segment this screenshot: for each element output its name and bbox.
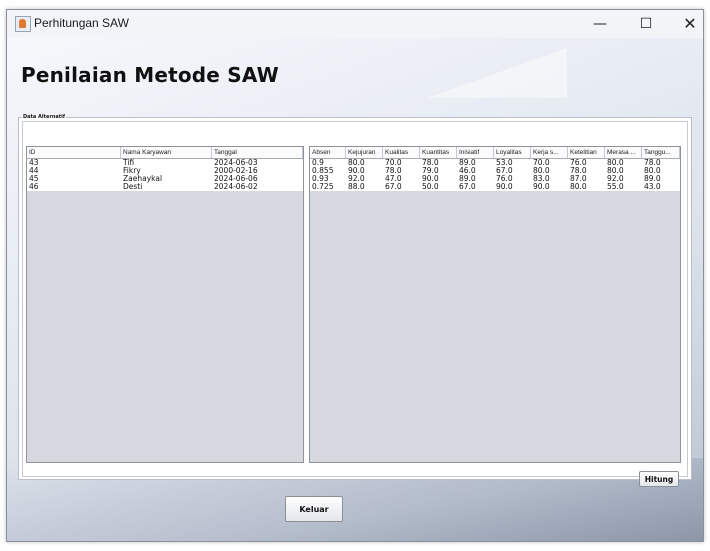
cell-tanggung-jawab: 89.0 [644, 175, 661, 183]
cell-tanggung-jawab: 78.0 [644, 159, 661, 167]
column-header-id[interactable]: ID [27, 147, 121, 158]
app-window: Perhitungan SAW — ☐ ✕ Penilaian Metode S… [6, 9, 704, 542]
cell-tanggung-jawab: 43.0 [644, 183, 661, 191]
window-title: Perhitungan SAW [34, 16, 129, 30]
column-header-kuantitas[interactable]: Kuantitas [420, 147, 457, 158]
cell-kerja-sama: 70.0 [533, 159, 550, 167]
column-header-loyalitas[interactable]: Loyalitas [494, 147, 531, 158]
panel-title: Data Alternatif [22, 114, 67, 120]
table-body: 43 Tifi 2024-06-03 44 Fikry 2000-02-16 4… [27, 159, 303, 191]
table-row[interactable]: 45 Zaehaykal 2024-06-06 [27, 175, 303, 183]
table-header: Absen Kejujuran Kualitas Kuantitas Inisi… [310, 147, 680, 159]
column-header-inisiatif[interactable]: Inisiatif [457, 147, 494, 158]
cell-inisiatif: 89.0 [459, 175, 476, 183]
table-body: 0.9 80.0 70.0 78.0 89.0 53.0 70.0 76.0 8… [310, 159, 680, 191]
column-header-absen[interactable]: Absen [310, 147, 346, 158]
cell-kejujuran: 88.0 [348, 183, 365, 191]
table-row[interactable]: 46 Desti 2024-06-02 [27, 183, 303, 191]
cell-inisiatif: 46.0 [459, 167, 476, 175]
cell-absen: 0.855 [312, 167, 334, 175]
employee-table[interactable]: ID Nama Karyawan Tanggal 43 Tifi 2024-06… [26, 146, 304, 463]
cell-kualitas: 78.0 [385, 167, 402, 175]
table-row[interactable]: 0.9 80.0 70.0 78.0 89.0 53.0 70.0 76.0 8… [310, 159, 680, 167]
table-row[interactable]: 0.725 88.0 67.0 50.0 67.0 90.0 90.0 80.0… [310, 183, 680, 191]
table-header: ID Nama Karyawan Tanggal [27, 147, 303, 159]
cell-tanggung-jawab: 80.0 [644, 167, 661, 175]
cell-merasa: 55.0 [607, 183, 624, 191]
column-header-kerja-sama[interactable]: Kerja s... [531, 147, 568, 158]
cell-loyalitas: 90.0 [496, 183, 513, 191]
cell-merasa: 92.0 [607, 175, 624, 183]
cell-kuantitas: 78.0 [422, 159, 439, 167]
cell-tanggal: 2024-06-03 [214, 159, 258, 167]
cell-kuantitas: 50.0 [422, 183, 439, 191]
cell-kejujuran: 90.0 [348, 167, 365, 175]
java-app-icon [15, 16, 31, 32]
criteria-table[interactable]: Absen Kejujuran Kualitas Kuantitas Inisi… [309, 146, 681, 463]
title-bar[interactable]: Perhitungan SAW — ☐ ✕ [7, 10, 703, 38]
hitung-button[interactable]: Hitung [639, 471, 679, 487]
minimize-button[interactable]: — [577, 10, 623, 38]
cell-absen: 0.9 [312, 159, 324, 167]
cell-kuantitas: 90.0 [422, 175, 439, 183]
cell-kualitas: 67.0 [385, 183, 402, 191]
cell-id: 43 [29, 159, 39, 167]
cell-tanggal: 2024-06-02 [214, 183, 258, 191]
cell-ketelitian: 78.0 [570, 167, 587, 175]
close-button[interactable]: ✕ [667, 10, 703, 38]
cell-absen: 0.725 [312, 183, 334, 191]
cell-kejujuran: 80.0 [348, 159, 365, 167]
cell-loyalitas: 76.0 [496, 175, 513, 183]
column-header-merasa[interactable]: Merasa ... [605, 147, 642, 158]
cell-kuantitas: 79.0 [422, 167, 439, 175]
cell-kerja-sama: 90.0 [533, 183, 550, 191]
maximize-button[interactable]: ☐ [623, 10, 669, 38]
column-header-kejujuran[interactable]: Kejujuran [346, 147, 383, 158]
cell-kerja-sama: 83.0 [533, 175, 550, 183]
cell-tanggal: 2000-02-16 [214, 167, 258, 175]
content-area: Penilaian Metode SAW Data Alternatif ID … [7, 38, 703, 541]
table-row[interactable]: 44 Fikry 2000-02-16 [27, 167, 303, 175]
cell-nama: Fikry [123, 167, 141, 175]
cell-id: 44 [29, 167, 39, 175]
cell-id: 45 [29, 175, 39, 183]
cell-kerja-sama: 80.0 [533, 167, 550, 175]
cell-tanggal: 2024-06-06 [214, 175, 258, 183]
cell-id: 46 [29, 183, 39, 191]
cell-loyalitas: 67.0 [496, 167, 513, 175]
data-alternatif-panel: Data Alternatif ID Nama Karyawan Tanggal… [18, 114, 692, 487]
column-header-kualitas[interactable]: Kualitas [383, 147, 420, 158]
cell-ketelitian: 76.0 [570, 159, 587, 167]
table-row[interactable]: 43 Tifi 2024-06-03 [27, 159, 303, 167]
table-row[interactable]: 0.93 92.0 47.0 90.0 89.0 76.0 83.0 87.0 … [310, 175, 680, 183]
column-header-ketelitian[interactable]: Ketelitian [568, 147, 605, 158]
column-header-tanggal[interactable]: Tanggal [212, 147, 303, 158]
column-header-tanggung-jawab[interactable]: Tanggu... [642, 147, 680, 158]
cell-loyalitas: 53.0 [496, 159, 513, 167]
background-decoration [427, 48, 567, 98]
table-row[interactable]: 0.855 90.0 78.0 79.0 46.0 67.0 80.0 78.0… [310, 167, 680, 175]
cell-merasa: 80.0 [607, 167, 624, 175]
keluar-button[interactable]: Keluar [285, 496, 343, 522]
cell-ketelitian: 87.0 [570, 175, 587, 183]
cell-absen: 0.93 [312, 175, 329, 183]
column-header-nama[interactable]: Nama Karyawan [121, 147, 212, 158]
cell-kualitas: 70.0 [385, 159, 402, 167]
cell-inisiatif: 89.0 [459, 159, 476, 167]
cell-kejujuran: 92.0 [348, 175, 365, 183]
cell-kualitas: 47.0 [385, 175, 402, 183]
cell-nama: Desti [123, 183, 143, 191]
cell-merasa: 80.0 [607, 159, 624, 167]
cell-inisiatif: 67.0 [459, 183, 476, 191]
page-title: Penilaian Metode SAW [21, 63, 279, 87]
cell-nama: Tifi [123, 159, 135, 167]
cell-nama: Zaehaykal [123, 175, 163, 183]
cell-ketelitian: 80.0 [570, 183, 587, 191]
